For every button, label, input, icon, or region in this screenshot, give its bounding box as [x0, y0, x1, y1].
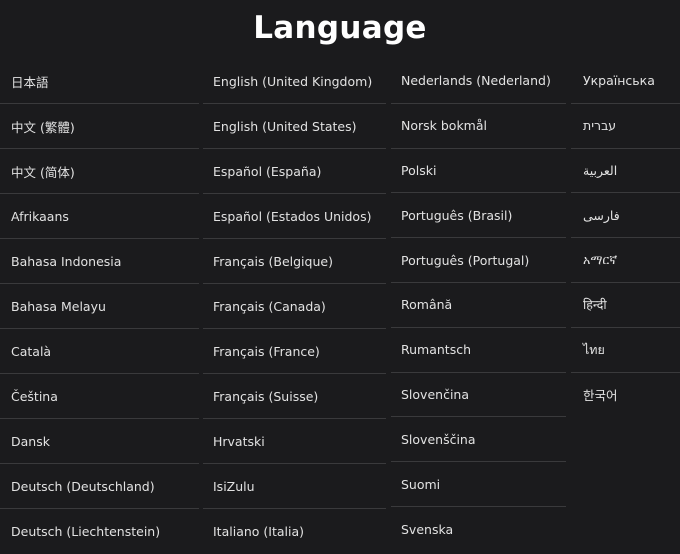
language-item[interactable]: Français (France) [203, 329, 386, 374]
language-item[interactable]: Español (Estados Unidos) [203, 194, 386, 239]
language-item[interactable]: Afrikaans [0, 194, 199, 239]
language-item[interactable]: English (United Kingdom) [203, 59, 386, 104]
language-item[interactable]: አማርኛ [571, 238, 680, 283]
language-item[interactable]: Suomi [391, 462, 566, 507]
language-item[interactable]: Svenska [391, 507, 566, 552]
language-item[interactable]: Slovenščina [391, 417, 566, 463]
language-item[interactable]: Українська [571, 59, 680, 104]
language-item[interactable]: Deutsch (Deutschland) [0, 464, 199, 509]
language-item[interactable]: עברית [571, 104, 680, 149]
language-item[interactable]: 中文 (繁體) [0, 104, 199, 149]
language-item[interactable]: Bahasa Indonesia [0, 239, 199, 284]
language-item[interactable]: हिन्दी [571, 283, 680, 328]
language-item[interactable]: Čeština [0, 374, 199, 419]
language-item[interactable]: العربية [571, 149, 680, 194]
language-item[interactable]: Français (Belgique) [203, 239, 386, 284]
language-item[interactable]: Français (Suisse) [203, 374, 386, 419]
language-item[interactable]: 中文 (简体) [0, 149, 199, 194]
language-item[interactable]: Español (España) [203, 149, 386, 194]
page-title: Language [253, 10, 427, 46]
language-item[interactable]: Deutsch (Liechtenstein) [0, 509, 199, 554]
language-column-4: Українська עברית العربية فارسی አማርኛ हिन्… [571, 59, 680, 417]
language-item[interactable]: Hrvatski [203, 419, 386, 464]
language-item[interactable]: Dansk [0, 419, 199, 464]
language-item[interactable]: Rumantsch [391, 328, 566, 373]
language-item[interactable]: English (United States) [203, 104, 386, 149]
language-item[interactable]: فارسی [571, 193, 680, 239]
language-item[interactable]: Português (Brasil) [391, 193, 566, 239]
language-item[interactable]: Nederlands (Nederland) [391, 59, 566, 104]
language-item[interactable]: Português (Portugal) [391, 238, 566, 283]
language-column-3: Nederlands (Nederland) Norsk bokmål Pols… [391, 59, 566, 552]
language-item[interactable]: 日本語 [0, 59, 199, 104]
language-item[interactable]: Română [391, 283, 566, 328]
language-item[interactable]: Polski [391, 149, 566, 194]
language-item[interactable]: ไทย [571, 328, 680, 373]
language-item[interactable]: Bahasa Melayu [0, 284, 199, 329]
language-item[interactable]: Norsk bokmål [391, 104, 566, 149]
language-item[interactable]: IsiZulu [203, 464, 386, 509]
language-column-2: English (United Kingdom) English (United… [203, 59, 386, 554]
language-column-1: 日本語 中文 (繁體) 中文 (简体) Afrikaans Bahasa Ind… [0, 59, 199, 554]
language-item[interactable]: Slovenčina [391, 373, 566, 418]
language-item[interactable]: Italiano (Italia) [203, 509, 386, 554]
language-item[interactable]: Français (Canada) [203, 284, 386, 329]
language-item[interactable]: 한국어 [571, 373, 680, 418]
language-item[interactable]: Català [0, 329, 199, 374]
